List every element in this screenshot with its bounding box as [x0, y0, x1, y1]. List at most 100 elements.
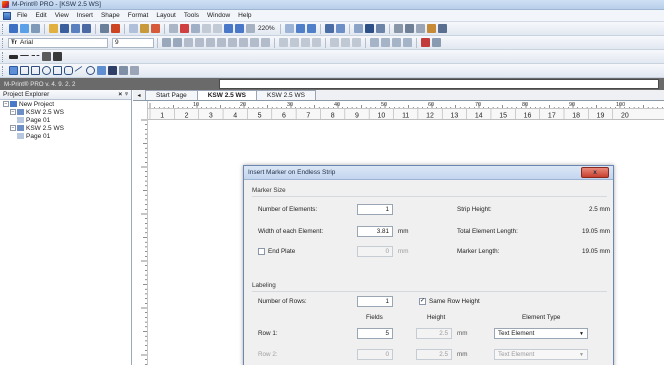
zoom-dropdown-icon[interactable]: [284, 24, 294, 33]
fill-tool-icon[interactable]: [108, 66, 117, 75]
copy-icon[interactable]: [140, 24, 149, 33]
layout-grid-icon[interactable]: [130, 66, 139, 75]
bold-icon[interactable]: [184, 38, 193, 47]
format-painter-icon[interactable]: [169, 24, 178, 33]
menu-layout[interactable]: Layout: [156, 12, 176, 19]
grid-icon[interactable]: [335, 24, 345, 33]
menu-file[interactable]: File: [17, 12, 27, 19]
toolbar-grip[interactable]: [2, 37, 5, 48]
tab-2[interactable]: KSW 2.5 WS: [256, 90, 316, 100]
new-icon[interactable]: [9, 24, 18, 33]
numbering-icon[interactable]: [415, 24, 425, 33]
row-fields-field[interactable]: 5: [357, 328, 393, 339]
line-style-icon[interactable]: [20, 54, 29, 59]
underline-icon[interactable]: [206, 38, 215, 47]
pin-icon[interactable]: ᵠ: [125, 91, 128, 98]
shrink-font-icon[interactable]: [173, 38, 182, 47]
zoom-tool-icon[interactable]: [246, 24, 255, 33]
text-frame-icon[interactable]: [20, 66, 29, 75]
list-view-icon[interactable]: [364, 24, 374, 33]
page-view-icon[interactable]: [324, 24, 334, 33]
group-icon[interactable]: [202, 24, 211, 33]
tab-nav-icon[interactable]: ◂: [133, 90, 145, 100]
rows-field[interactable]: 1: [357, 296, 393, 307]
toolbar-grip[interactable]: [2, 23, 5, 34]
toolbar-grip[interactable]: [2, 51, 5, 62]
menu-format[interactable]: Format: [128, 12, 149, 19]
border-icon[interactable]: [370, 38, 379, 47]
menu-tools[interactable]: Tools: [184, 12, 199, 19]
line-color-icon[interactable]: [42, 52, 51, 61]
select-all-icon[interactable]: [191, 24, 200, 33]
zoom-level[interactable]: 220%: [258, 25, 275, 32]
dialog-close-button[interactable]: x: [581, 167, 609, 178]
font-size-select[interactable]: 9: [112, 37, 154, 48]
subscript-icon[interactable]: [239, 38, 248, 47]
line-width-icon[interactable]: [9, 54, 18, 59]
tree-item[interactable]: − KSW 2.5 WS: [0, 124, 131, 132]
font-name-select[interactable]: Ŧr Arial: [8, 37, 108, 48]
fill-color-icon[interactable]: [432, 38, 441, 47]
delete-icon[interactable]: [180, 24, 189, 33]
italic-icon[interactable]: [195, 38, 204, 47]
import-icon[interactable]: [426, 24, 436, 33]
end-plate-field[interactable]: 0: [357, 246, 393, 257]
filter-icon[interactable]: [404, 24, 414, 33]
image-frame-icon[interactable]: [31, 66, 40, 75]
row-height-field[interactable]: 2.5: [416, 349, 452, 360]
align-middle-icon[interactable]: [341, 38, 350, 47]
symbol-icon[interactable]: [42, 66, 51, 75]
menu-shape[interactable]: Shape: [101, 12, 120, 19]
grow-font-icon[interactable]: [162, 38, 171, 47]
tree-item[interactable]: − KSW 2.5 WS: [0, 108, 131, 116]
align-center-icon[interactable]: [290, 38, 299, 47]
cut-icon[interactable]: [129, 24, 138, 33]
expander-icon[interactable]: −: [10, 125, 16, 131]
text-direction-icon[interactable]: [250, 38, 259, 47]
ellipse-icon[interactable]: [86, 66, 95, 75]
save-icon[interactable]: [60, 24, 69, 33]
align-bottom-icon[interactable]: [352, 38, 361, 47]
superscript-icon[interactable]: [228, 38, 237, 47]
row-type-select[interactable]: Text Element ▼: [494, 349, 588, 360]
tree-item[interactable]: Page 01: [0, 116, 131, 124]
rounded-rectangle-icon[interactable]: [64, 66, 73, 75]
command-input[interactable]: [219, 79, 659, 89]
menu-edit[interactable]: Edit: [35, 12, 46, 19]
font-color-icon[interactable]: [421, 38, 430, 47]
pointer-icon[interactable]: [9, 66, 18, 75]
justify-icon[interactable]: [312, 38, 321, 47]
save-all-icon[interactable]: [71, 24, 80, 33]
export-icon[interactable]: [437, 24, 447, 33]
tab-1[interactable]: KSW 2.5 WS: [196, 90, 258, 100]
document-menu-icon[interactable]: [3, 11, 11, 20]
print-icon[interactable]: [100, 24, 109, 33]
frame-icon[interactable]: [381, 38, 390, 47]
barcode-tool-icon[interactable]: [97, 66, 106, 75]
columns-view-icon[interactable]: [375, 24, 385, 33]
align-right-icon[interactable]: [301, 38, 310, 47]
menu-help[interactable]: Help: [238, 12, 251, 19]
row-type-select[interactable]: Text Element ▼: [494, 328, 588, 339]
tree-item[interactable]: Page 01: [0, 132, 131, 140]
menu-window[interactable]: Window: [207, 12, 230, 19]
sort-icon[interactable]: [393, 24, 403, 33]
expander-icon[interactable]: −: [3, 101, 9, 107]
same-row-height-checkbox[interactable]: ✓: [419, 298, 426, 305]
rotate-text-icon[interactable]: [261, 38, 270, 47]
line-dash-icon[interactable]: [31, 54, 40, 59]
table-view-icon[interactable]: [353, 24, 363, 33]
shading-icon[interactable]: [392, 38, 401, 47]
align-left-icon[interactable]: [279, 38, 288, 47]
row-fields-field[interactable]: 0: [357, 349, 393, 360]
align-top-icon[interactable]: [330, 38, 339, 47]
line-icon[interactable]: [74, 65, 85, 76]
barcode-icon[interactable]: [403, 38, 412, 47]
zoom-in-icon[interactable]: [295, 24, 305, 33]
new-project-icon[interactable]: [20, 24, 29, 33]
menu-view[interactable]: View: [55, 12, 69, 19]
rectangle-icon[interactable]: [53, 66, 62, 75]
row-height-field[interactable]: 2.5: [416, 328, 452, 339]
print-setup-icon[interactable]: [111, 24, 120, 33]
open-folder-icon[interactable]: [49, 24, 58, 33]
